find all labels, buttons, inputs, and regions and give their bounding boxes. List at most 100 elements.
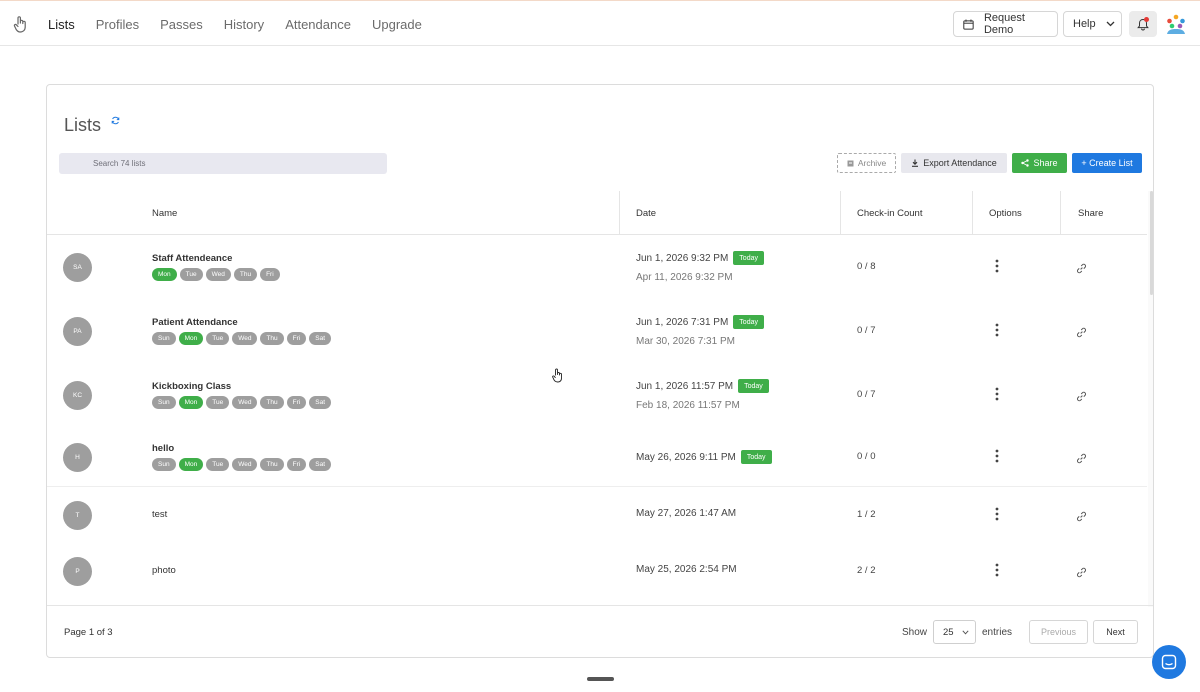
page-size-value: 25	[943, 626, 954, 638]
chat-icon	[1161, 654, 1177, 670]
link-icon[interactable]	[1076, 325, 1087, 343]
page-info: Page 1 of 3	[64, 627, 113, 638]
table-row[interactable]: KC Kickboxing Class Sun Mon Tue Wed Thu Fri Sat J…	[47, 363, 1147, 427]
row-name[interactable]: Kickboxing Class	[152, 381, 231, 392]
table-row[interactable]: PA Patient Attendance Sun Mon Tue Wed Thu Fri Sa…	[47, 299, 1147, 363]
table-row[interactable]: Pphoto May 25, 2026 2:54 PM 2 / 2	[47, 543, 1147, 599]
lists-card: Lists Archive Export Attendance Share + …	[46, 84, 1154, 658]
row-date: Jun 1, 2026 7:31 PM Today	[636, 315, 764, 329]
day-badges: Sun Mon Tue Wed Thu Fri Sat	[152, 332, 332, 345]
link-icon[interactable]	[1076, 565, 1087, 583]
row-check-in-count: 1 / 2	[857, 509, 876, 520]
table-header: Name Date Check-in Count Options Share	[47, 191, 1147, 235]
hand-logo-icon[interactable]	[13, 15, 29, 33]
more-options-icon[interactable]	[993, 259, 1001, 273]
nav-item-passes[interactable]: Passes	[160, 17, 203, 32]
row-name[interactable]: Patient Attendance	[152, 317, 238, 328]
calendar-icon	[963, 19, 974, 30]
day-badge-fri: Fri	[286, 396, 307, 409]
row-date-value: Jun 1, 2026 11:57 PM	[636, 380, 734, 392]
column-divider	[1060, 191, 1061, 235]
row-date: May 27, 2026 1:47 AM	[636, 508, 736, 519]
table-scrollbar-thumb[interactable]	[1150, 191, 1153, 295]
row-avatar: P	[63, 557, 92, 586]
search-input[interactable]	[59, 153, 387, 174]
column-header-name[interactable]: Name	[152, 191, 177, 235]
day-badge-fri: Fri	[260, 268, 280, 281]
row-date-value: May 26, 2026 9:11 PM	[636, 451, 736, 463]
row-check-in-count: 2 / 2	[857, 565, 876, 576]
create-list-button[interactable]: + Create List	[1072, 153, 1142, 173]
share-icon	[1021, 159, 1030, 167]
column-header-share: Share	[1078, 207, 1104, 219]
nav-item-lists[interactable]: Lists	[48, 17, 75, 32]
day-badge-mon: Mon	[178, 396, 204, 409]
more-options-icon[interactable]	[993, 563, 1001, 577]
share-button[interactable]: Share	[1012, 153, 1067, 173]
request-demo-button[interactable]: Request Demo	[953, 11, 1058, 37]
help-dropdown[interactable]: Help	[1063, 11, 1122, 37]
today-badge: Today	[733, 251, 764, 265]
row-date-value: Jun 1, 2026 9:32 PM	[636, 252, 729, 264]
row-check-in-count: 0 / 7	[857, 325, 876, 336]
nav-item-attendance[interactable]: Attendance	[285, 17, 351, 32]
link-icon[interactable]	[1076, 261, 1087, 279]
column-divider	[840, 191, 841, 235]
nav-item-upgrade[interactable]: Upgrade	[372, 17, 422, 32]
day-badge-sun: Sun	[152, 458, 176, 471]
nav-item-profiles[interactable]: Profiles	[96, 17, 139, 32]
row-name[interactable]: photo	[152, 565, 176, 576]
day-badge-thu: Thu	[260, 332, 284, 345]
more-options-icon[interactable]	[993, 449, 1001, 463]
row-avatar: H	[63, 443, 92, 472]
today-badge: Today	[738, 379, 769, 393]
row-date-value: Jun 1, 2026 7:31 PM	[636, 316, 729, 328]
archive-button[interactable]: Archive	[837, 153, 896, 173]
row-check-in-count: 0 / 8	[857, 261, 876, 272]
drag-handle[interactable]	[587, 677, 614, 681]
request-demo-label: Request Demo	[983, 12, 1025, 36]
row-name[interactable]: Staff Attendeance	[152, 253, 232, 264]
notifications-button[interactable]	[1129, 11, 1157, 37]
chevron-down-icon	[1106, 21, 1115, 27]
row-avatar: KC	[63, 381, 92, 410]
next-page-button[interactable]: Next	[1093, 620, 1138, 644]
chevron-down-icon	[962, 630, 969, 635]
refresh-icon[interactable]	[111, 112, 120, 130]
column-divider	[972, 191, 973, 235]
avatar-icon[interactable]	[1164, 12, 1188, 36]
footer-divider	[47, 605, 1153, 606]
more-options-icon[interactable]	[993, 323, 1001, 337]
row-date: Jun 1, 2026 9:32 PM Today	[636, 251, 764, 265]
day-badge-fri: Fri	[286, 458, 307, 471]
share-label: Share	[1033, 158, 1058, 168]
day-badge-wed: Wed	[232, 332, 258, 345]
chat-launcher-button[interactable]	[1152, 645, 1186, 679]
column-header-check-in-count[interactable]: Check-in Count	[857, 191, 922, 235]
page-size-select[interactable]: 25	[933, 620, 976, 644]
export-attendance-button[interactable]: Export Attendance	[901, 153, 1007, 173]
today-badge: Today	[733, 315, 764, 329]
nav-item-history[interactable]: History	[224, 17, 264, 32]
row-avatar: T	[63, 501, 92, 530]
column-header-options: Options	[989, 207, 1022, 219]
link-icon[interactable]	[1076, 451, 1087, 469]
table-row[interactable]: SA Staff Attendeance Mon Tue Wed Thu Fri Jun 1,…	[47, 235, 1147, 299]
row-created-date: Mar 30, 2026 7:31 PM	[636, 336, 735, 347]
day-badge-thu: Thu	[260, 396, 284, 409]
link-icon[interactable]	[1076, 509, 1087, 527]
main-nav: Lists Profiles Passes History Attendance Upgr…	[48, 1, 443, 47]
column-header-date[interactable]: Date	[636, 191, 656, 235]
table-row[interactable]: Hhello Sun Mon Tue Wed Thu Fri Sat May 26, 2026 …	[47, 427, 1147, 487]
more-options-icon[interactable]	[993, 387, 1001, 401]
day-badge-fri: Fri	[286, 332, 307, 345]
more-options-icon[interactable]	[993, 507, 1001, 521]
link-icon[interactable]	[1076, 389, 1087, 407]
table-row[interactable]: Ttest May 27, 2026 1:47 AM 1 / 2	[47, 487, 1147, 543]
day-badges: Sun Mon Tue Wed Thu Fri Sat	[152, 396, 332, 409]
previous-page-button[interactable]: Previous	[1029, 620, 1088, 644]
export-attendance-label: Export Attendance	[923, 158, 997, 168]
row-name[interactable]: hello	[152, 443, 174, 454]
today-badge: Today	[740, 450, 772, 464]
row-name[interactable]: test	[152, 509, 167, 520]
